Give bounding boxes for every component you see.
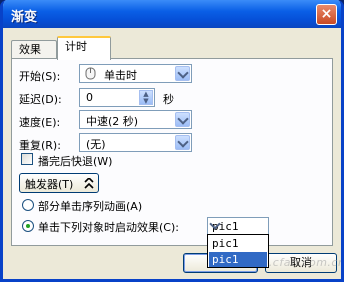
mouse-icon	[85, 67, 96, 80]
object-select[interactable]: pic1	[207, 217, 269, 235]
tab-effect-label: 效果	[19, 43, 41, 56]
speed-value: 中速(2 秒)	[86, 115, 139, 128]
repeat-label: 重复(R):	[19, 139, 61, 152]
radio-object-label: 单击下列对象时启动效果(C):	[38, 221, 179, 234]
delay-value: 0	[86, 91, 93, 104]
title-bar[interactable]: 渐变 ×	[3, 0, 341, 28]
close-icon: ×	[320, 6, 333, 22]
dropdown-option[interactable]: pic1	[209, 236, 267, 251]
tab-timing-label: 计时	[65, 40, 87, 53]
transition-dialog: 渐变 × 效果 计时 开始(S): 单击时 延迟(D): 0 ▲ ▼ 秒 速度(E…	[0, 0, 344, 282]
start-value: 单击时	[104, 69, 137, 82]
cancel-label: 取消	[290, 256, 312, 269]
tab-timing[interactable]: 计时	[57, 36, 111, 60]
speed-select[interactable]: 中速(2 秒)	[79, 110, 192, 129]
radio-object[interactable]	[22, 220, 34, 232]
rewind-label: 播完后快退(W)	[38, 155, 113, 168]
dropdown-option-selected[interactable]: pic1	[209, 252, 267, 267]
window-title: 渐变	[11, 10, 38, 25]
spinner-buttons[interactable]: ▲ ▼	[139, 90, 153, 105]
radio-sequence[interactable]	[22, 199, 34, 211]
tab-effect[interactable]: 效果	[11, 40, 57, 60]
trigger-label: 触发器(T)	[25, 178, 74, 191]
repeat-select[interactable]: (无)	[79, 133, 192, 152]
object-dropdown-list: pic1 pic1	[207, 234, 269, 268]
delay-spinner[interactable]: 0 ▲ ▼	[79, 88, 155, 107]
cancel-button[interactable]: 取消	[265, 253, 337, 273]
start-select[interactable]: 单击时	[79, 64, 192, 83]
chevron-down-icon[interactable]	[175, 66, 190, 81]
double-chevron-icon	[84, 178, 94, 189]
repeat-value: (无)	[86, 138, 106, 151]
chevron-down-icon[interactable]	[175, 135, 190, 150]
close-button[interactable]: ×	[316, 4, 337, 25]
start-label: 开始(S):	[19, 70, 61, 83]
chevron-down-icon[interactable]	[175, 112, 190, 127]
rewind-checkbox[interactable]	[21, 153, 33, 165]
delay-unit: 秒	[163, 93, 174, 106]
radio-sequence-label: 部分单击序列动画(A)	[38, 200, 143, 213]
speed-label: 速度(E):	[19, 116, 61, 129]
delay-label: 延迟(D):	[19, 93, 62, 106]
trigger-button[interactable]: 触发器(T)	[19, 173, 99, 193]
